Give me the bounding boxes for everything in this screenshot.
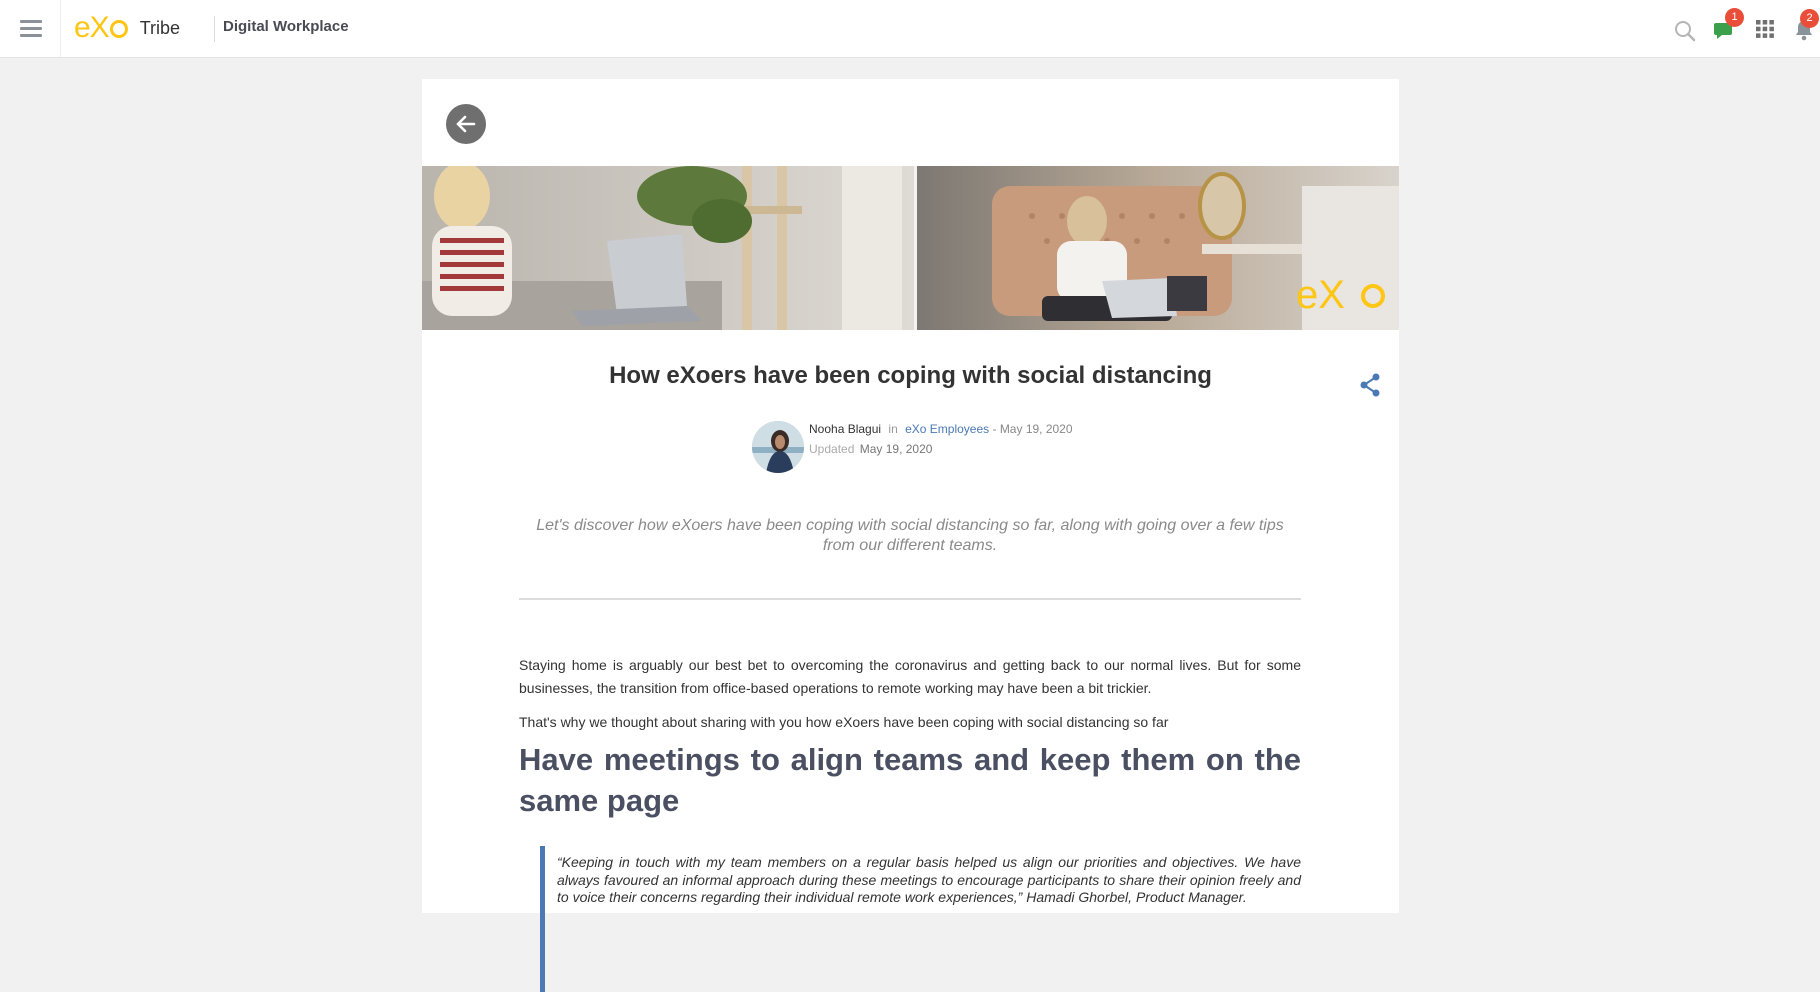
article-card: eX How eXoers have been coping with soci… bbox=[422, 79, 1399, 992]
brand-home-link[interactable]: eX Tribe bbox=[74, 10, 180, 46]
space-title[interactable]: Digital Workplace bbox=[223, 18, 349, 35]
article-summary: Let's discover how eXoers have been copi… bbox=[536, 517, 1284, 554]
brand-name: Tribe bbox=[139, 17, 181, 38]
back-button[interactable] bbox=[446, 104, 486, 144]
share-icon[interactable] bbox=[1359, 373, 1381, 402]
article-banner-image: eX bbox=[422, 166, 1399, 330]
bell-icon[interactable]: 2 bbox=[1794, 9, 1819, 46]
back-arrow-icon bbox=[456, 115, 476, 133]
article-paragraph: Staying home is arguably our best bet to… bbox=[519, 657, 1301, 696]
notifications-badge: 2 bbox=[1800, 9, 1819, 28]
summary-divider bbox=[519, 598, 1301, 600]
article-meta-updated: Updated May 19, 2020 bbox=[809, 442, 932, 456]
search-icon[interactable] bbox=[1674, 20, 1696, 47]
banner-logo: eX bbox=[1296, 273, 1345, 317]
top-navigation-bar: eX Tribe Digital Workplace 1 2 bbox=[0, 0, 1820, 58]
space-link[interactable]: eXo Employees bbox=[905, 422, 989, 436]
hamburger-menu-icon[interactable] bbox=[20, 20, 42, 38]
article-meta-published: Nooha Blagui in eXo Employees - May 19, … bbox=[809, 422, 1073, 436]
article-blockquote: “Keeping in touch with my team members o… bbox=[540, 846, 1301, 992]
article-heading: Have meetings to align teams and keep th… bbox=[519, 742, 1301, 818]
chat-badge: 1 bbox=[1725, 8, 1744, 27]
author-name[interactable]: Nooha Blagui bbox=[809, 422, 881, 436]
quote-text: “Keeping in touch with my team members o… bbox=[557, 854, 1301, 905]
brand-logo: eX bbox=[74, 11, 128, 45]
divider bbox=[214, 16, 215, 42]
in-label: in bbox=[888, 422, 898, 436]
updated-label: Updated bbox=[809, 442, 855, 456]
author-avatar[interactable] bbox=[752, 421, 804, 473]
published-date: - May 19, 2020 bbox=[992, 422, 1073, 436]
article-paragraph: That's why we thought about sharing with… bbox=[519, 714, 1169, 730]
article-title: How eXoers have been coping with social … bbox=[609, 362, 1212, 389]
updated-date: May 19, 2020 bbox=[859, 442, 933, 456]
apps-grid-icon[interactable] bbox=[1756, 20, 1774, 43]
divider bbox=[60, 0, 61, 57]
chat-icon[interactable]: 1 bbox=[1713, 8, 1744, 46]
